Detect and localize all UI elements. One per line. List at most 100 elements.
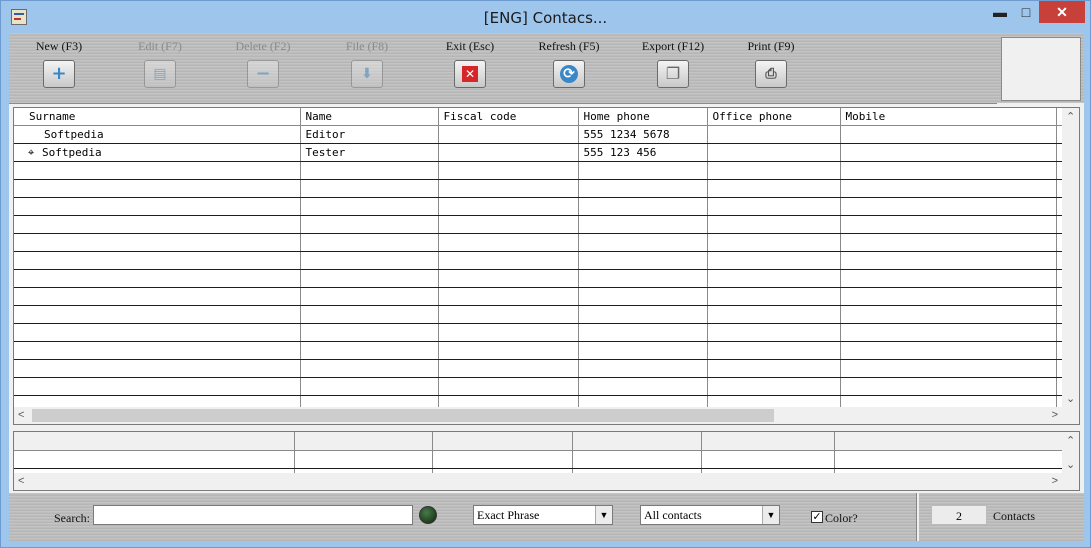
table-row[interactable]: ⌖ Softpedia Tester 555 123 456 [14,143,1075,162]
table-cell[interactable] [707,125,841,144]
phrase-mode-value: Exact Phrase [477,508,540,522]
table-row[interactable] [14,359,1075,378]
detail-grid[interactable]: ⌃ ⌄ < > [13,431,1080,491]
toolbar: New (F3) + Edit (F7) ▤ Delete (F2) − Fil… [9,33,997,104]
toolbar-right-area [997,33,1084,103]
horizontal-scrollbar[interactable]: < > [14,407,1062,424]
table-cell[interactable] [438,143,579,162]
table-cell[interactable]: 555 1234 5678 [578,125,708,144]
table-row[interactable] [14,233,1075,252]
table-row[interactable] [14,197,1075,216]
preview-panel [1001,37,1081,101]
close-button[interactable]: ✕ [1039,1,1085,23]
scroll-up-icon[interactable]: ⌃ [1066,110,1075,123]
table-row[interactable] [14,215,1075,234]
file-button[interactable]: File (F8) ⬇ [327,39,407,88]
contacts-count: 2 [931,505,987,525]
table-row[interactable] [14,287,1075,306]
exit-button-label: Exit (Esc) [445,39,495,53]
chevron-down-icon[interactable]: ▼ [762,506,779,524]
row-marker-icon: ⌖ [28,145,35,159]
table-cell[interactable] [707,143,841,162]
detail-grid-header [14,432,1062,451]
table-cell[interactable]: Tester [300,143,439,162]
scroll-down-icon[interactable]: ⌄ [1066,392,1075,405]
table-row[interactable] [14,161,1075,180]
edit-icon: ▤ [144,60,176,88]
vertical-scrollbar[interactable]: ⌃ ⌄ [1062,108,1079,424]
column-header[interactable]: Fiscal code [438,108,579,126]
scroll-left-icon[interactable]: < [18,409,24,421]
table-cell[interactable]: Editor [300,125,439,144]
exit-button[interactable]: Exit (Esc) ✕ [430,39,510,88]
search-label: Search: [54,511,90,525]
table-row[interactable] [14,323,1075,342]
minimize-button[interactable]: ▬ [987,1,1013,23]
new-button-label: New (F3) [35,39,83,53]
window-title: [ENG] Contacs... [483,9,608,27]
cell-text: Softpedia [42,145,102,159]
table-row[interactable] [14,305,1075,324]
table-header-row: Surname Name Fiscal code Home phone Offi… [14,108,1075,126]
client-area: New (F3) + Edit (F7) ▤ Delete (F2) − Fil… [9,33,1084,541]
column-header[interactable]: Surname [24,108,301,126]
file-button-label: File (F8) [345,39,389,53]
refresh-icon: ⟳ [553,60,585,88]
export-icon: ❐ [657,60,689,88]
contacts-table: Surname Name Fiscal code Home phone Offi… [14,108,1075,414]
table-row[interactable] [14,179,1075,198]
scroll-right-icon[interactable]: > [1052,475,1058,487]
new-button[interactable]: New (F3) + [19,39,99,88]
print-button[interactable]: Print (F9) ⎙ [731,39,811,88]
column-header[interactable]: Mobile [840,108,1057,126]
column-header[interactable]: Home phone [578,108,708,126]
phrase-mode-select[interactable]: Exact Phrase ▼ [473,505,613,525]
search-input[interactable] [93,505,413,525]
print-button-label: Print (F9) [747,39,795,53]
scroll-up-icon[interactable]: ⌃ [1066,434,1075,447]
table-cell[interactable] [438,125,579,144]
print-icon: ⎙ [755,60,787,88]
minus-icon: − [247,60,279,88]
contacts-count-label: Contacts [993,509,1035,523]
table-row[interactable] [14,341,1075,360]
edit-button-label: Edit (F7) [138,39,182,53]
detail-vertical-scrollbar[interactable]: ⌃ ⌄ [1062,432,1079,490]
table-cell[interactable]: 555 123 456 [578,143,708,162]
delete-button[interactable]: Delete (F2) − [223,39,303,88]
column-header[interactable]: Office phone [707,108,841,126]
export-button[interactable]: Export (F12) ❐ [633,39,713,88]
color-checkbox[interactable]: ✓ [811,511,823,523]
chevron-down-icon[interactable]: ▼ [595,506,612,524]
contacts-grid[interactable]: Surname Name Fiscal code Home phone Offi… [13,107,1080,425]
title-bar[interactable]: [ENG] Contacs... ▬ □ ✕ [1,1,1090,33]
status-led-icon [419,506,437,524]
table-row[interactable] [14,251,1075,270]
delete-button-label: Delete (F2) [235,39,291,53]
table-cell[interactable] [840,143,1057,162]
scroll-left-icon[interactable]: < [18,475,24,487]
table-cell[interactable]: ⌖ Softpedia [24,143,301,162]
maximize-button[interactable]: □ [1013,1,1039,23]
table-cell[interactable]: Softpedia [24,125,301,144]
refresh-button-label: Refresh (F5) [538,39,600,53]
detail-horizontal-scrollbar[interactable]: < > [14,473,1062,490]
exit-icon: ✕ [454,60,486,88]
bottom-bar: Search: Exact Phrase ▼ All contacts ▼ ✓ … [9,493,1084,541]
edit-button[interactable]: Edit (F7) ▤ [120,39,200,88]
app-window: [ENG] Contacs... ▬ □ ✕ New (F3) + Edit (… [0,0,1091,548]
horizontal-scroll-thumb[interactable] [32,409,774,422]
table-cell[interactable] [840,125,1057,144]
plus-icon: + [43,60,75,88]
scroll-right-icon[interactable]: > [1052,409,1058,421]
divider [916,493,919,541]
table-row[interactable]: Softpedia Editor 555 1234 5678 [14,125,1075,144]
file-icon: ⬇ [351,60,383,88]
column-header[interactable]: Name [300,108,439,126]
color-label: Color? [825,511,858,525]
scroll-down-icon[interactable]: ⌄ [1066,458,1075,471]
refresh-button[interactable]: Refresh (F5) ⟳ [529,39,609,88]
contacts-filter-select[interactable]: All contacts ▼ [640,505,780,525]
table-row[interactable] [14,269,1075,288]
table-row[interactable] [14,377,1075,396]
